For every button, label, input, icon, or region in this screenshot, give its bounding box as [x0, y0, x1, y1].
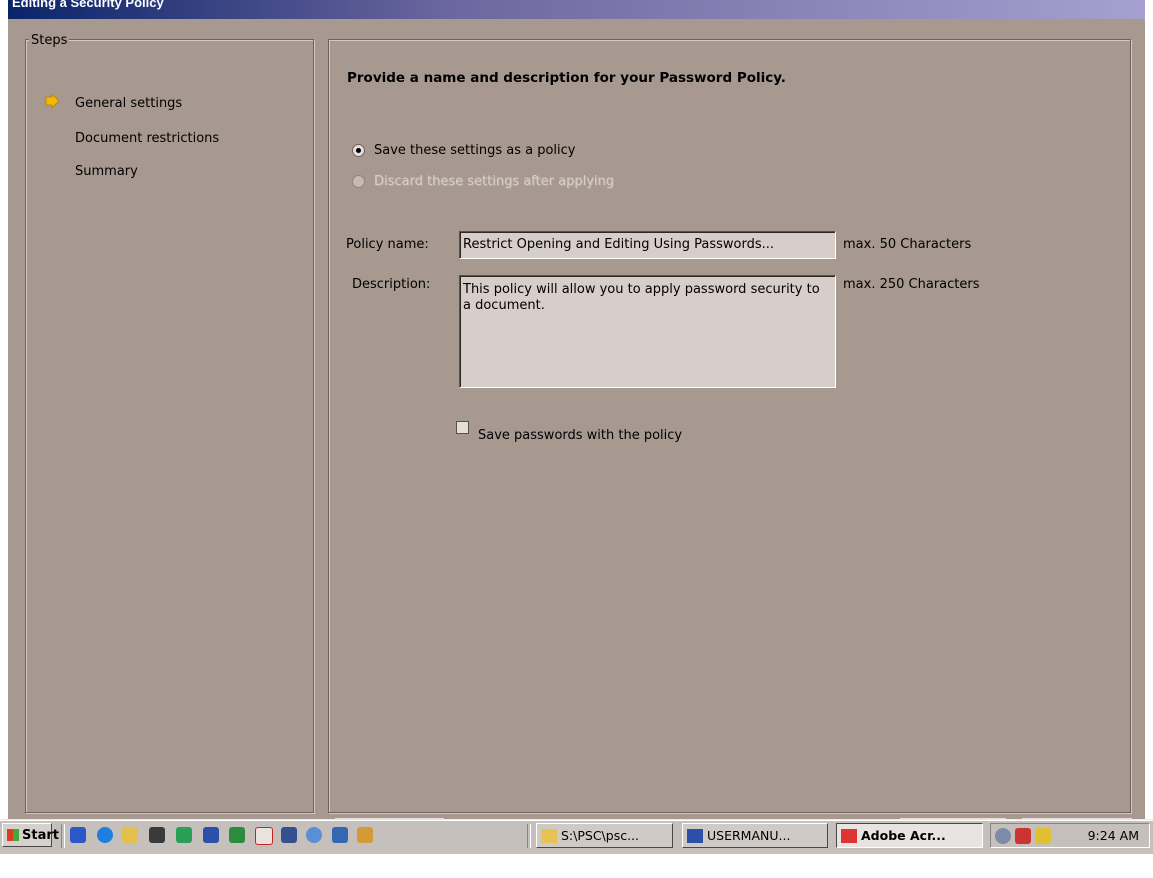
save-policy-radio-label[interactable]: Save these settings as a policy — [374, 143, 576, 158]
window-title: Editing a Security Policy — [12, 0, 164, 10]
tray-tool-icon[interactable] — [1035, 828, 1051, 844]
start-button[interactable]: Start — [2, 823, 59, 847]
steps-legend: Steps — [29, 33, 70, 48]
task-word[interactable]: USERMANU... — [682, 823, 828, 848]
acrobat-icon[interactable] — [255, 827, 273, 845]
media-player-icon[interactable] — [306, 827, 322, 843]
task-folder[interactable]: S:\PSC\psc... — [536, 823, 673, 848]
start-label: Start — [22, 828, 59, 843]
printer-icon[interactable] — [281, 827, 297, 843]
description-label: Description: — [352, 277, 431, 292]
step-general-settings[interactable]: General settings — [75, 96, 182, 111]
step-summary[interactable]: Summary — [75, 164, 138, 179]
tray-security-icon[interactable] — [995, 828, 1011, 844]
tray-network-icon[interactable] — [1015, 828, 1031, 844]
explorer-folder-icon[interactable] — [122, 827, 138, 843]
current-step-arrow-icon — [45, 93, 60, 109]
windows-flag-icon — [7, 829, 19, 841]
discard-settings-radio[interactable] — [352, 175, 365, 188]
word-icon[interactable] — [203, 827, 219, 843]
internet-explorer-icon[interactable] — [97, 827, 113, 843]
messenger-icon[interactable] — [357, 827, 373, 843]
panel-heading: Provide a name and description for your … — [347, 70, 786, 86]
taskbar-separator — [61, 824, 65, 848]
word-doc-icon — [687, 828, 703, 843]
acrobat-app-icon — [841, 828, 857, 843]
policy-name-max-hint: max. 50 Characters — [843, 237, 972, 252]
taskbar-clock[interactable]: 9:24 AM — [1088, 828, 1139, 843]
policy-name-field[interactable]: Restrict Opening and Editing Using Passw… — [459, 231, 836, 259]
description-field[interactable]: This policy will allow you to apply pass… — [459, 275, 836, 388]
folder-icon — [541, 828, 557, 843]
taskbar: Start S:\PSC\psc... USERMANU... Adobe Ac… — [0, 819, 1153, 854]
app-launcher-icon[interactable] — [149, 827, 165, 843]
green-app-icon[interactable] — [176, 827, 192, 843]
steps-panel — [25, 39, 314, 813]
save-policy-radio[interactable] — [352, 144, 365, 157]
system-tray: 9:24 AM — [990, 823, 1150, 848]
desktop-icon[interactable] — [70, 827, 86, 843]
save-passwords-checkbox-label[interactable]: Save passwords with the policy — [478, 428, 682, 443]
step-document-restrictions[interactable]: Document restrictions — [75, 131, 219, 146]
excel-icon[interactable] — [229, 827, 245, 843]
task-acrobat[interactable]: Adobe Acr... — [836, 823, 983, 848]
window-titlebar[interactable]: Editing a Security Policy — [8, 0, 1145, 19]
policy-name-label: Policy name: — [346, 237, 429, 252]
taskbar-separator — [527, 824, 531, 848]
save-passwords-checkbox[interactable] — [456, 421, 469, 434]
discard-settings-radio-label[interactable]: Discard these settings after applying — [374, 174, 614, 189]
description-max-hint: max. 250 Characters — [843, 277, 980, 292]
arrow-app-icon[interactable] — [332, 827, 348, 843]
